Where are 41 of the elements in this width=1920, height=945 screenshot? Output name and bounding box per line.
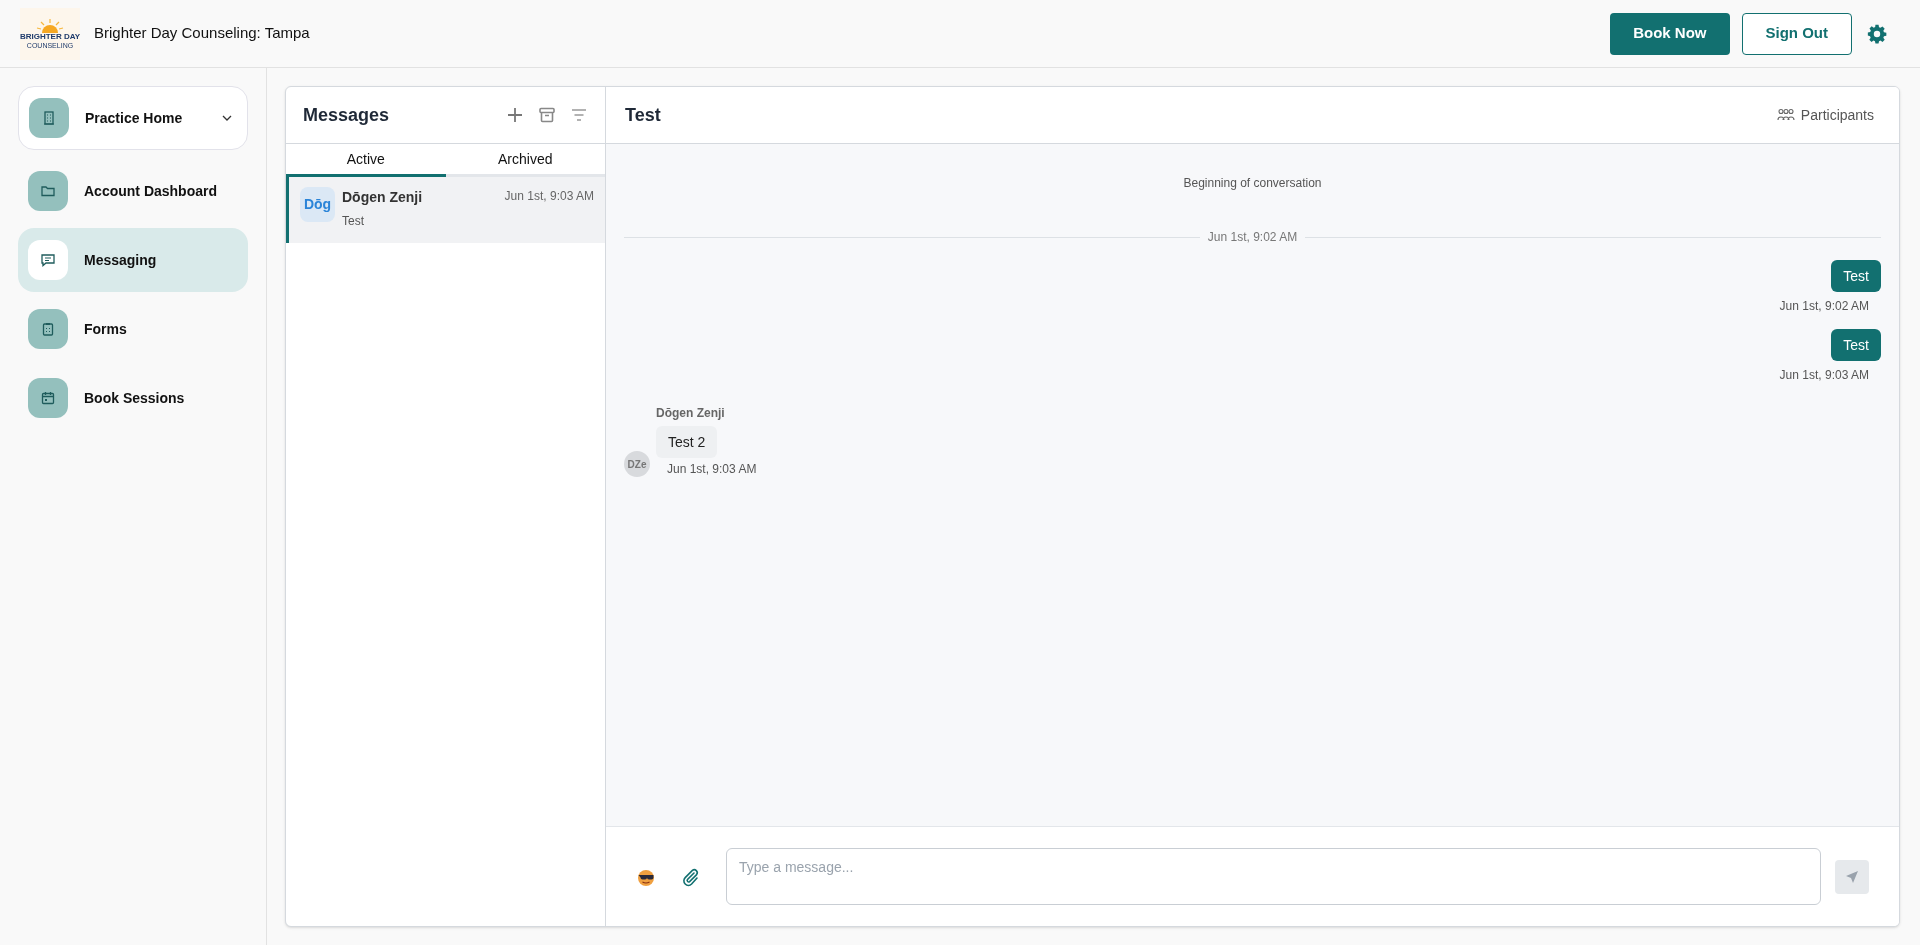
logo-text: BRIGHTER DAY xyxy=(19,32,81,41)
clipboard-icon xyxy=(40,321,56,337)
people-icon xyxy=(1776,108,1795,122)
archive-icon[interactable] xyxy=(538,106,556,124)
building-icon xyxy=(41,110,57,126)
conversation-title: Test xyxy=(625,103,661,127)
message-preview: Test xyxy=(342,213,365,230)
conversation-item[interactable]: Dōg Dōgen Zenji Test Jun 1st, 9:03 AM xyxy=(286,177,605,243)
date-divider: Jun 1st, 9:02 AM xyxy=(1206,229,1299,246)
contact-name: Dōgen Zenji xyxy=(342,188,423,207)
sidebar-item[interactable]: Messaging xyxy=(18,228,248,292)
sidebar-item[interactable]: Account Dashboard xyxy=(18,159,248,223)
avatar: Dōg xyxy=(300,187,335,222)
sun-icon xyxy=(35,18,65,33)
panel-title: Messages xyxy=(303,103,390,127)
sent-message: Test xyxy=(1831,260,1881,292)
practice-dropdown[interactable]: Practice Home xyxy=(18,86,248,150)
conversation-start-label: Beginning of conversation xyxy=(1183,175,1322,192)
practice-name: Brighter Day Counseling: Tampa xyxy=(94,23,310,44)
settings-icon[interactable] xyxy=(1866,22,1888,45)
send-icon xyxy=(1845,869,1859,884)
calendar-icon xyxy=(40,390,56,406)
sent-message: Test xyxy=(1831,329,1881,361)
sender-name: Dōgen Zenji xyxy=(656,405,726,422)
book-now-button[interactable]: Book Now xyxy=(1610,12,1730,55)
message-time: Jun 1st, 9:03 AM xyxy=(504,188,594,205)
message-time: Jun 1st, 9:03 AM xyxy=(1779,367,1869,384)
message-time: Jun 1st, 9:03 AM xyxy=(667,461,757,478)
paperclip-icon[interactable] xyxy=(680,866,700,887)
plus-icon[interactable] xyxy=(506,106,524,124)
sidebar-item[interactable]: Book Sessions xyxy=(18,366,248,430)
message-time: Jun 1st, 9:02 AM xyxy=(1779,298,1869,315)
sidebar-item[interactable]: Forms xyxy=(18,297,248,361)
send-button[interactable] xyxy=(1835,859,1869,894)
received-message: Test 2 xyxy=(656,426,718,458)
message-input[interactable]: Type a message... xyxy=(726,848,1821,905)
avatar: DZe xyxy=(624,451,650,477)
sign-out-button[interactable]: Sign Out xyxy=(1741,12,1852,55)
chat-icon xyxy=(40,252,56,268)
participants-button[interactable]: Participants xyxy=(1776,104,1874,126)
folder-icon xyxy=(40,183,56,199)
